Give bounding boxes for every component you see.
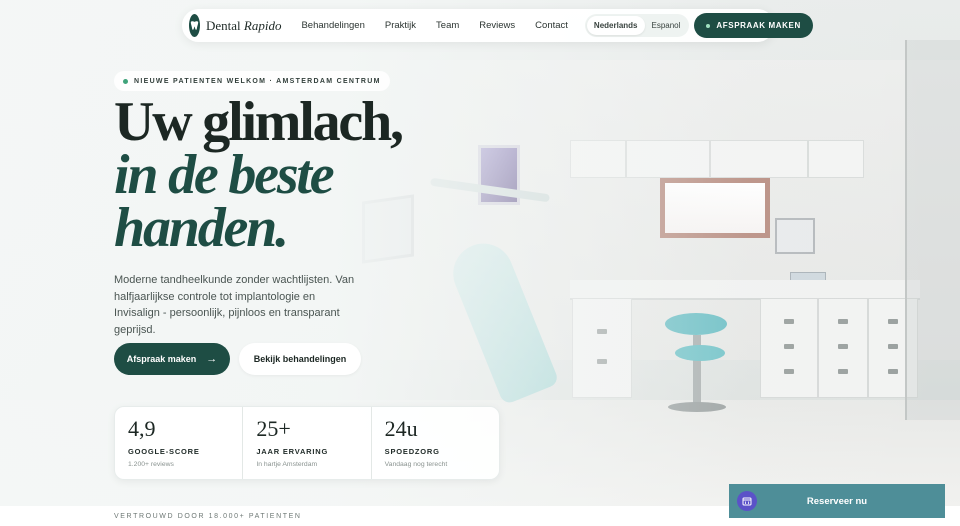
nav-link-reviews[interactable]: Reviews: [479, 20, 515, 31]
language-switcher: Nederlands Espanol: [584, 14, 690, 37]
view-treatments-label: Bekijk behandelingen: [253, 354, 347, 364]
reserve-now-label: Reserveer nu: [806, 495, 868, 507]
nav-appointment-label: AFSPRAAK MAKEN: [716, 21, 801, 30]
brand-name[interactable]: Dental Rapido: [206, 18, 281, 34]
welcome-badge-text: NIEUWE PATIENTEN WELKOM · AMSTERDAM CENT…: [134, 77, 381, 85]
tooth-icon[interactable]: [189, 14, 200, 37]
headline-line-1: Uw glimlach,: [114, 91, 404, 153]
language-option-nederlands[interactable]: Nederlands: [586, 16, 645, 35]
language-option-espanol[interactable]: Espanol: [645, 16, 688, 35]
brand-italic: Rapido: [243, 17, 282, 33]
hero-lead-text: Moderne tandheelkunde zonder wachtlijste…: [114, 274, 355, 336]
reserve-now-widget[interactable]: Reserveer nu: [729, 484, 945, 518]
stat-label: JAAR ERVARING: [256, 447, 329, 456]
stat-sub: 1.200+ reviews: [128, 461, 174, 468]
nav-link-contact[interactable]: Contact: [535, 20, 568, 31]
stat-value: 24u: [384, 416, 418, 441]
hero-headline: Uw glimlach, in de beste handen.: [114, 91, 404, 259]
stat-value: 25+: [256, 416, 291, 441]
nav-link-team[interactable]: Team: [436, 20, 459, 31]
view-treatments-button[interactable]: Bekijk behandelingen: [239, 343, 361, 375]
welcome-badge: NIEUWE PATIENTEN WELKOM · AMSTERDAM CENT…: [114, 71, 390, 91]
brand-main: Dental: [206, 17, 241, 33]
nav-link-behandelingen[interactable]: Behandelingen: [301, 20, 364, 31]
stat-value: 4,9: [128, 416, 156, 441]
trusted-by-text: VERTROUWD DOOR 18.000+ PATIENTEN: [114, 513, 302, 520]
calendar-icon: [737, 491, 757, 511]
headline-line-2: in de beste: [114, 144, 335, 206]
make-appointment-button[interactable]: Afspraak maken →: [114, 343, 230, 375]
make-appointment-label: Afspraak maken: [126, 354, 197, 364]
nav-appointment-button[interactable]: AFSPRAAK MAKEN: [694, 13, 813, 38]
nav-links: Behandelingen Praktijk Team Reviews Cont…: [301, 20, 587, 31]
stat-experience: 25+ JAAR ERVARING In hartje Amsterdam: [243, 407, 372, 479]
stat-sub: Vandaag nog terecht: [384, 461, 448, 468]
headline-line-3: handen.: [114, 197, 289, 259]
nav-link-praktijk[interactable]: Praktijk: [385, 20, 416, 31]
stat-label: SPOEDZORG: [384, 447, 440, 456]
stat-label: GOOGLE-SCORE: [128, 447, 200, 456]
arrow-right-icon: →: [206, 353, 218, 365]
status-dot-icon: [706, 23, 711, 28]
stats-card: 4,9 GOOGLE-SCORE 1.200+ reviews 25+ JAAR…: [114, 406, 500, 480]
top-navigation: Dental Rapido Behandelingen Praktijk Tea…: [182, 9, 813, 42]
stat-sub: In hartje Amsterdam: [256, 461, 318, 468]
status-dot-icon: [123, 78, 128, 84]
stat-emergency: 24u SPOEDZORG Vandaag nog terecht: [372, 407, 499, 479]
stat-google-score: 4,9 GOOGLE-SCORE 1.200+ reviews: [115, 407, 244, 479]
